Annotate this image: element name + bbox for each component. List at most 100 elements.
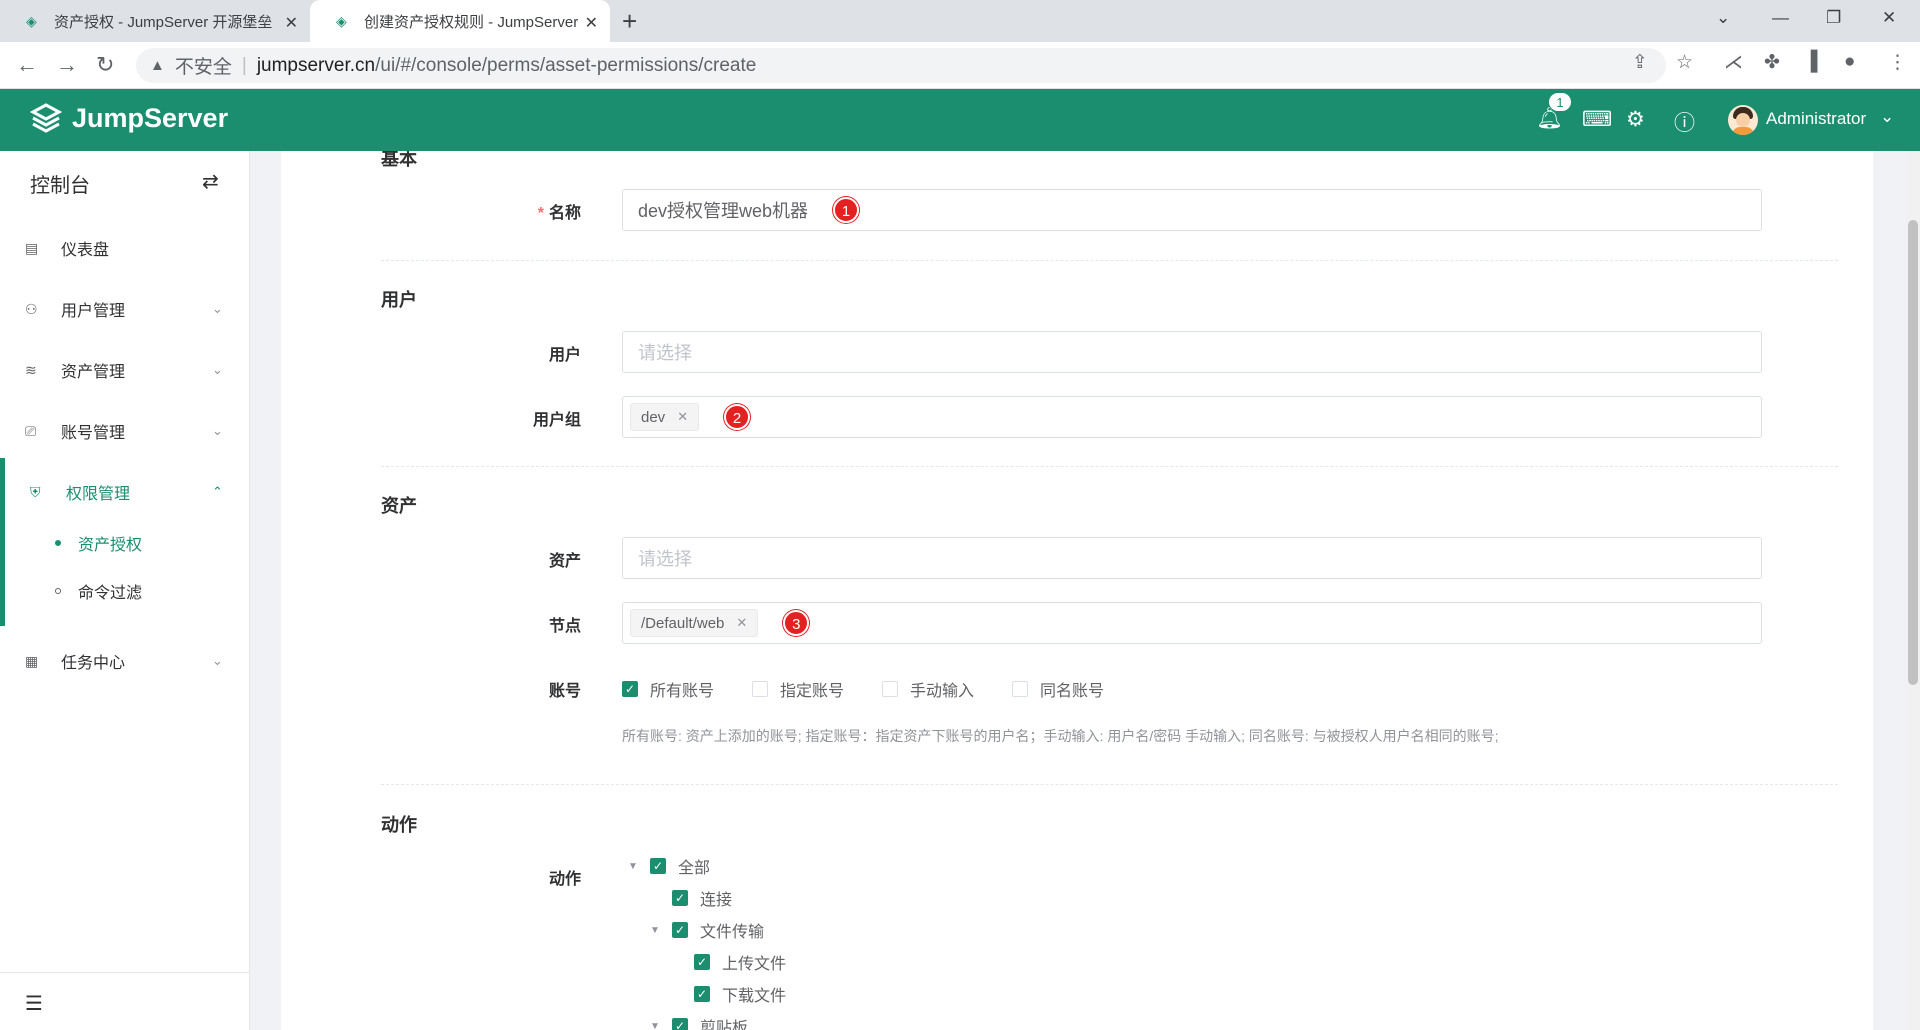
sidebar-item-label: 仪表盘	[61, 242, 110, 259]
web-terminal-icon[interactable]: ⌨︎	[1582, 107, 1612, 132]
window-close-icon[interactable]: ✕	[1882, 8, 1896, 28]
chevron-down-icon[interactable]: ⌄	[1880, 107, 1894, 127]
checkbox[interactable]	[752, 681, 769, 697]
minimize-icon[interactable]: —	[1772, 8, 1789, 28]
browser-tab-create-permission[interactable]: ◈ 创建资产授权规则 - JumpServer ✕	[310, 0, 610, 42]
tab-search-chevron-icon[interactable]: ⌄	[1716, 8, 1730, 28]
assets-label: 资产	[548, 553, 581, 570]
user-groups-select[interactable]: dev ✕ 2	[622, 396, 1762, 438]
checkbox-label: 手动输入	[910, 683, 975, 700]
tree-node-label: 文件传输	[700, 924, 765, 941]
extension-feather-icon[interactable]: ⋌	[1724, 51, 1743, 74]
account-option-same-name[interactable]: 同名账号	[1012, 677, 1104, 701]
tree-node-download[interactable]: ✓ 下载文件	[672, 982, 786, 1006]
jumpserver-logo[interactable]: JumpServer	[30, 102, 228, 134]
checkbox[interactable]	[882, 681, 899, 697]
checkbox[interactable]	[1012, 681, 1029, 697]
assets-select[interactable]: 请选择	[622, 537, 1762, 579]
tag-label: /Default/web	[641, 614, 725, 632]
tree-node-connect[interactable]: ✓ 连接	[650, 886, 732, 910]
accounts-checkbox-group: ✓ 所有账号 指定账号 手动输入 同名账号	[622, 677, 1142, 701]
sidebar-item-label: 权限管理	[66, 486, 131, 503]
tag-chip: /Default/web ✕	[630, 609, 759, 637]
tab-close-icon[interactable]: ✕	[285, 13, 298, 33]
caret-down-icon[interactable]: ▼	[650, 925, 664, 936]
account-option-specified[interactable]: 指定账号	[752, 677, 844, 701]
reload-icon[interactable]: ↻	[96, 52, 114, 78]
tag-remove-icon[interactable]: ✕	[736, 615, 747, 631]
sidebar-item-assets[interactable]: ≋ 资产管理 ⌄	[0, 345, 250, 395]
checkbox-checked-icon[interactable]: ✓	[672, 890, 688, 906]
caret-down-icon[interactable]: ▼	[650, 1021, 664, 1030]
app-header: JumpServer 🔔︎ 1 ⌨︎ ⚙︎ ⓘ Administrator ⌄	[0, 89, 1920, 151]
calendar-icon: ▦	[25, 652, 39, 669]
checkbox-checked-icon[interactable]: ✓	[694, 986, 710, 1002]
checkbox-checked-icon[interactable]: ✓	[694, 954, 710, 970]
side-panel-icon[interactable]: ▐	[1804, 51, 1817, 73]
nodes-select[interactable]: /Default/web ✕ 3	[622, 602, 1762, 644]
switch-view-icon[interactable]: ⇄	[202, 169, 219, 194]
sidebar-item-label: 资产管理	[61, 364, 126, 381]
sidebar-item-users[interactable]: ⚇ 用户管理 ⌄	[0, 284, 250, 334]
share-icon[interactable]: ⇪	[1632, 51, 1648, 74]
page-scrollbar-thumb[interactable]	[1908, 220, 1918, 685]
chevron-up-icon: ⌃	[212, 484, 223, 499]
name-value: dev授权管理web机器	[638, 201, 809, 221]
account-icon: ⎚	[25, 422, 37, 439]
warning-icon[interactable]: ▲	[150, 57, 165, 74]
jumpserver-favicon-icon: ◈	[26, 13, 37, 29]
tag-remove-icon[interactable]: ✕	[677, 409, 688, 425]
name-input[interactable]: dev授权管理web机器 1	[622, 189, 1762, 231]
forward-icon[interactable]: →	[56, 52, 78, 78]
tree-node-all[interactable]: ▼ ✓ 全部	[628, 854, 710, 878]
chevron-down-icon: ⌄	[212, 423, 223, 438]
checkbox-label: 同名账号	[1040, 683, 1105, 700]
checkbox-checked-icon[interactable]: ✓	[672, 922, 688, 938]
address-bar[interactable]: ▲ 不安全 | jumpserver.cn /ui/#/console/perm…	[136, 48, 1666, 83]
sidebar-subitem-command-filters[interactable]: 命令过滤	[0, 569, 250, 613]
brand-name: JumpServer	[72, 102, 229, 133]
tag-chip: dev ✕	[630, 403, 700, 431]
users-select[interactable]: 请选择	[622, 331, 1762, 373]
bookmark-star-icon[interactable]: ☆	[1676, 51, 1693, 74]
tab-close-icon[interactable]: ✕	[585, 13, 598, 33]
users-icon: ⚇	[25, 300, 38, 317]
extensions-puzzle-icon[interactable]: ✤	[1764, 51, 1780, 74]
help-icon[interactable]: ⓘ	[1674, 107, 1695, 137]
browser-menu-icon[interactable]: ⋮	[1888, 51, 1907, 74]
sidebar-subitem-asset-permissions[interactable]: 资产授权	[0, 521, 250, 565]
checkbox-checked-icon[interactable]: ✓	[672, 1018, 688, 1030]
username[interactable]: Administrator	[1766, 109, 1866, 129]
tree-node-file-transfer[interactable]: ▼ ✓ 文件传输	[650, 918, 764, 942]
back-icon[interactable]: ←	[16, 52, 38, 78]
section-title-action: 动作	[381, 815, 417, 835]
sidebar-item-label: 用户管理	[61, 303, 126, 320]
tree-node-clipboard[interactable]: ▼ ✓ 剪贴板	[650, 1014, 748, 1030]
sidebar: 控制台 ⇄ ▤ 仪表盘 ⚇ 用户管理 ⌄ ≋ 资产管理 ⌄ ⎚ 账号管理 ⌄ ⛨…	[0, 151, 250, 1030]
tag-label: dev	[641, 408, 666, 426]
users-label: 用户	[548, 347, 581, 364]
browser-toolbar: ← → ↻ ▲ 不安全 | jumpserver.cn /ui/#/consol…	[0, 42, 1920, 89]
gear-icon[interactable]: ⚙︎	[1626, 107, 1645, 132]
sidebar-item-label: 账号管理	[61, 425, 126, 442]
accounts-label: 账号	[548, 683, 581, 700]
sidebar-item-permissions[interactable]: ⛨ 权限管理 ⌃	[0, 467, 250, 517]
browser-tab-bar: ◈ 资产授权 - JumpServer 开源堡垒 ✕ ◈ 创建资产授权规则 - …	[0, 0, 1920, 42]
restore-icon[interactable]: ❐	[1826, 8, 1841, 28]
sidebar-item-accounts[interactable]: ⎚ 账号管理 ⌄	[0, 406, 250, 456]
sidebar-item-dashboard[interactable]: ▤ 仪表盘	[0, 223, 250, 273]
annotation-marker: 1	[833, 197, 860, 223]
tree-node-upload[interactable]: ✓ 上传文件	[672, 950, 786, 974]
account-option-manual[interactable]: 手动输入	[882, 677, 974, 701]
account-option-all[interactable]: ✓ 所有账号	[622, 677, 714, 701]
sidebar-item-tasks[interactable]: ▦ 任务中心 ⌄	[0, 636, 250, 686]
new-tab-icon[interactable]: +	[622, 6, 637, 37]
checkbox-checked-icon[interactable]: ✓	[622, 681, 638, 697]
browser-tab-asset-permissions[interactable]: ◈ 资产授权 - JumpServer 开源堡垒 ✕	[0, 0, 310, 42]
section-divider	[381, 466, 1838, 467]
profile-icon[interactable]: ●	[1844, 51, 1855, 73]
caret-down-icon[interactable]: ▼	[628, 861, 642, 872]
collapse-sidebar-icon[interactable]: ☰	[25, 991, 43, 1016]
avatar[interactable]	[1728, 105, 1758, 135]
checkbox-checked-icon[interactable]: ✓	[650, 858, 666, 874]
